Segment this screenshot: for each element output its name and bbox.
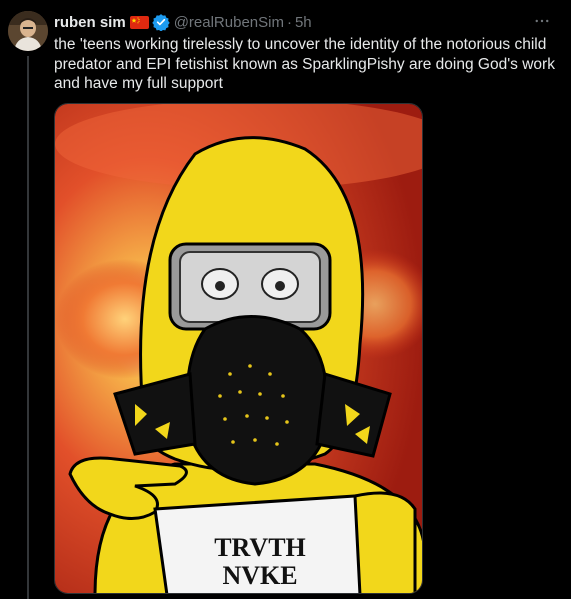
sign-line-1: TRVTH [214,533,306,562]
tweet[interactable]: ruben sim @realRubenSim · 5h the 'teens … [0,0,571,599]
separator-dot: · [286,13,292,31]
thread-line [27,56,29,599]
author-handle[interactable]: @realRubenSim [174,14,284,31]
tweet-image[interactable]: TRVTH NVKE [54,103,423,594]
tweet-header: ruben sim @realRubenSim · 5h [54,13,312,32]
more-horizontal-icon[interactable] [530,9,554,33]
sign-line-2: NVKE [222,561,297,590]
china-flag-icon [129,15,149,29]
timestamp[interactable]: 5h [295,14,312,31]
verified-badge-icon[interactable] [151,13,170,32]
avatar[interactable] [8,11,48,51]
author-name[interactable]: ruben sim [54,14,126,31]
tweet-text: the 'teens working tirelessly to uncover… [54,36,555,92]
